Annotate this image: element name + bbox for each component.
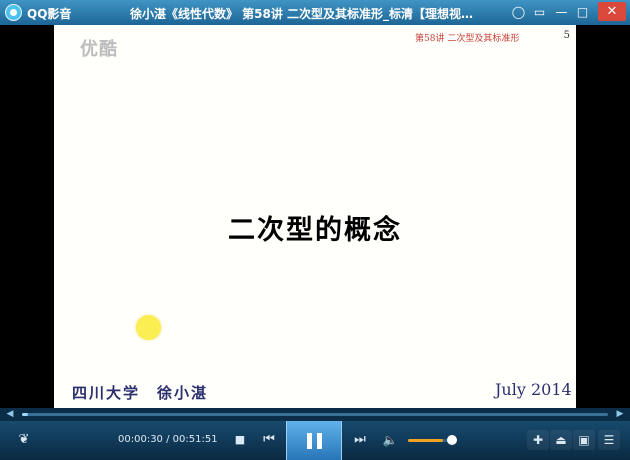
slide-header-title: 第58讲 二次型及其标准形: [415, 34, 520, 44]
screen-mode-icon[interactable]: ▣: [573, 430, 595, 450]
pause-button[interactable]: [286, 421, 342, 460]
slide-page-number: 5: [563, 30, 570, 41]
mini-mode-icon[interactable]: ▭: [531, 4, 548, 21]
volume-level: [408, 439, 444, 442]
time-separator: /: [162, 434, 173, 445]
window-title: 徐小湛《线性代数》 第58讲 二次型及其标准形_标清【理想视…: [130, 7, 474, 21]
pause-bar-left: [307, 433, 312, 449]
volume-knob[interactable]: [447, 435, 457, 445]
playlist-icon[interactable]: ☰: [598, 430, 620, 450]
pause-bar-right: [317, 433, 322, 449]
slide-date: July 2014: [495, 380, 572, 399]
seek-back-icon[interactable]: ◀: [4, 408, 16, 421]
close-button[interactable]: ✕: [598, 2, 626, 21]
maximize-icon[interactable]: □: [574, 4, 591, 21]
footprint-icon[interactable]: ❦: [14, 430, 34, 450]
time-display: 00:00:30 / 00:51:51: [118, 434, 218, 445]
next-button[interactable]: ⏭: [350, 430, 370, 450]
laser-pointer-dot: [136, 315, 161, 340]
slide-header: 第58讲 二次型及其标准形 5: [415, 30, 570, 44]
volume-icon[interactable]: 🔈: [380, 430, 400, 450]
previous-button[interactable]: ⏮: [259, 430, 279, 450]
skin-icon[interactable]: ◯: [510, 4, 527, 21]
stop-button[interactable]: ■: [230, 430, 250, 450]
current-time: 00:00:30: [118, 434, 163, 445]
volume-slider[interactable]: [408, 439, 452, 442]
seek-forward-icon[interactable]: ▶: [614, 408, 626, 421]
total-time: 00:51:51: [172, 434, 218, 445]
slide-title: 二次型的概念: [228, 215, 402, 246]
seek-progress: [22, 413, 28, 416]
youku-watermark: 优酷: [80, 39, 118, 60]
tools-icon[interactable]: ✚: [527, 430, 549, 450]
eject-icon[interactable]: ⏏: [550, 430, 572, 450]
app-logo-icon[interactable]: [5, 4, 22, 21]
slide-author: 四川大学 徐小湛: [72, 384, 209, 402]
title-bar: QQ影音 徐小湛《线性代数》 第58讲 二次型及其标准形_标清【理想视… ◯ ▭…: [0, 0, 630, 25]
video-frame[interactable]: 优酷 第58讲 二次型及其标准形 5 二次型的概念 四川大学 徐小湛 July …: [54, 25, 576, 408]
seek-row: ◀ ▶: [0, 408, 630, 421]
app-name[interactable]: QQ影音: [27, 5, 71, 22]
control-bar: ❦ 00:00:30 / 00:51:51 ■ ⏮ ⏭ 🔈 ✚ ⏏ ▣ ☰: [0, 421, 630, 460]
minimize-icon[interactable]: —: [553, 4, 570, 21]
seek-bar[interactable]: [22, 413, 608, 416]
